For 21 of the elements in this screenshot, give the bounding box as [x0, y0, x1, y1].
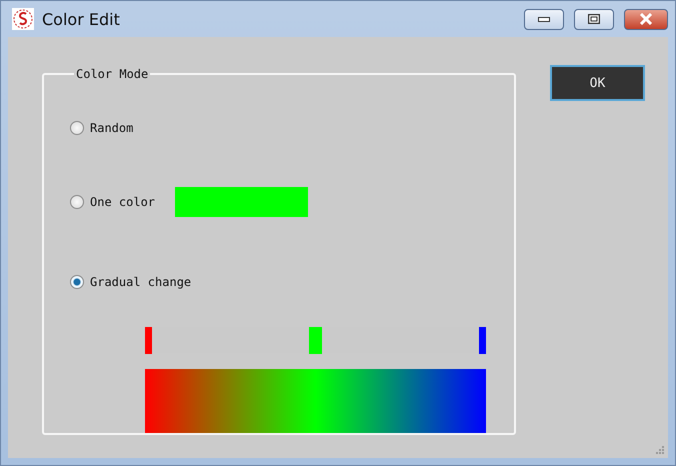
window-title: Color Edit — [42, 10, 121, 28]
option-label: One color — [90, 195, 156, 209]
radio-button[interactable] — [70, 121, 84, 135]
minimize-icon — [538, 16, 550, 22]
gradient-stop-handle[interactable] — [479, 327, 486, 354]
ok-button[interactable]: OK — [550, 65, 645, 101]
radio-button[interactable] — [70, 195, 84, 209]
maximize-icon — [588, 14, 600, 24]
option-label: Gradual change — [90, 275, 192, 289]
close-button[interactable] — [624, 8, 668, 30]
close-icon — [639, 13, 653, 25]
option-label: Random — [90, 121, 134, 135]
gradient-stop-handle[interactable] — [145, 327, 152, 354]
app-logo-icon — [12, 8, 34, 30]
group-title: Color Mode — [75, 67, 150, 81]
maximize-button[interactable] — [574, 8, 614, 30]
minimize-button[interactable] — [524, 8, 564, 30]
color-swatch[interactable] — [175, 187, 308, 217]
radio-button[interactable] — [70, 275, 84, 289]
resize-grip-icon[interactable] — [656, 446, 664, 454]
gradient-stop-handle[interactable] — [309, 327, 322, 354]
